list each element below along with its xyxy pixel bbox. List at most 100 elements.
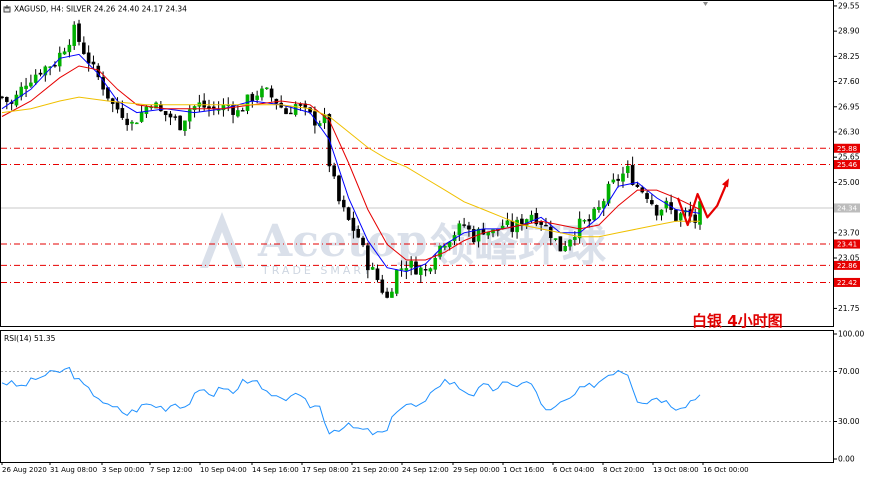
candle-body	[298, 104, 303, 106]
price-tag-label: 25.88	[837, 145, 857, 153]
candle-body	[433, 258, 438, 270]
price-tick-label: 23.70	[838, 228, 860, 237]
date-tick-label: 10 Sep 04:00	[200, 466, 247, 474]
candle-body	[72, 24, 77, 46]
watermark-sub: TRADE SMART	[261, 264, 373, 277]
price-tag-label: 24.34	[837, 204, 858, 212]
candle-body	[163, 111, 168, 116]
candle-body	[125, 118, 129, 126]
candle-body	[399, 268, 404, 270]
candle-body	[370, 267, 375, 270]
candle-body	[332, 165, 336, 177]
candle-body	[168, 113, 173, 118]
price-tick-label: 26.95	[838, 102, 860, 111]
candle-body	[548, 226, 553, 238]
candle-body	[91, 61, 96, 65]
candle-body	[255, 95, 259, 100]
chart-canvas: Acetop 领峰环球 TRADE SMART 29.5528.9028.252…	[0, 0, 864, 474]
candle-body	[650, 200, 654, 205]
candle-body	[573, 237, 577, 240]
candle-body	[33, 74, 38, 83]
price-panel-frame	[0, 0, 834, 327]
price-tick-label: 28.25	[838, 52, 860, 61]
candle-body	[678, 213, 683, 221]
candle-body	[236, 110, 240, 117]
candle-body	[351, 217, 356, 231]
symbol-header: XAGUSD, H4: SILVER 24.26 24.40 24.17 24.…	[14, 5, 187, 14]
candle-body	[404, 268, 409, 271]
candle-body	[86, 52, 91, 64]
rsi-header: RSI(14) 51.35	[4, 334, 56, 343]
candle-body	[178, 115, 182, 131]
candle-body	[394, 269, 399, 294]
candle-body	[192, 106, 197, 111]
candle-body	[582, 220, 587, 222]
date-tick-label: 26 Aug 2020	[2, 466, 47, 474]
candle-body	[611, 179, 616, 183]
price-tick-label: 26.30	[838, 127, 860, 136]
candle-body	[356, 228, 361, 238]
date-tick-label: 31 Aug 08:00	[50, 466, 97, 474]
candle-body	[144, 106, 149, 115]
candle-body	[346, 207, 351, 220]
candle-body	[659, 209, 664, 216]
candle-body	[5, 96, 9, 102]
rsi-axis: 100.00 70.00 30.00 0.00	[833, 330, 864, 464]
candle-body	[0, 96, 4, 99]
candle-body	[630, 164, 635, 185]
candle-body	[635, 184, 640, 187]
candle-body	[390, 291, 394, 298]
date-tick-label: 17 Sep 08:00	[302, 466, 349, 474]
rsi-tick-label: 30.00	[838, 417, 860, 426]
candle-body	[486, 232, 490, 236]
candle-body	[645, 193, 649, 199]
candle-body	[544, 224, 548, 227]
date-axis: 26 Aug 2020 31 Aug 08:00 3 Sep 00:00 7 Sep …	[1, 462, 749, 474]
date-tick-label: 6 Oct 04:00	[553, 466, 594, 474]
candle-body	[173, 116, 178, 118]
price-tick-label: 21.75	[838, 304, 860, 313]
candle-body	[67, 44, 72, 53]
date-tick-label: 14 Sep 16:00	[252, 466, 299, 474]
rsi-tick-label: 70.00	[838, 367, 860, 376]
rsi-tick-label: 0.00	[838, 455, 855, 464]
candle-body	[212, 106, 216, 109]
price-tick-label: 27.60	[838, 77, 860, 86]
candle-body	[120, 107, 125, 118]
candle-body	[423, 269, 428, 271]
date-tick-label: 21 Sep 20:00	[352, 466, 399, 474]
candle-body	[187, 109, 192, 122]
price-tag-label: 25.46	[837, 161, 858, 169]
candle-body	[38, 72, 43, 75]
candle-body	[62, 51, 67, 55]
candle-body	[134, 122, 139, 125]
price-tick-label: 28.90	[838, 27, 860, 36]
candle-body	[467, 225, 471, 230]
candle-body	[529, 214, 534, 222]
candle-body	[625, 166, 630, 174]
price-tag-label: 22.42	[837, 279, 857, 287]
candle-body	[621, 173, 625, 182]
candle-body	[269, 88, 274, 98]
candle-body	[654, 205, 659, 216]
rsi-panel-frame	[0, 330, 834, 463]
candle-body	[568, 239, 572, 247]
candle-body	[443, 246, 447, 248]
candle-body	[553, 238, 558, 240]
price-tag-label: 22.86	[837, 262, 858, 270]
candle-body	[337, 175, 341, 202]
date-tick-label: 7 Sep 12:00	[150, 466, 192, 474]
candle-body	[361, 237, 365, 246]
candle-body	[674, 209, 678, 221]
candle-body	[289, 112, 293, 115]
candle-body	[77, 23, 81, 42]
candle-body	[130, 121, 134, 124]
candle-body	[366, 245, 370, 271]
candle-body	[462, 224, 466, 226]
date-tick-label: 3 Sep 00:00	[102, 466, 144, 474]
candle-body	[260, 88, 264, 98]
chart-window: Acetop 领峰环球 TRADE SMART 29.55 28.90 28.25 2…	[0, 0, 870, 477]
date-tick-label: 1 Oct 16:00	[503, 466, 544, 474]
price-tag-label: 23.41	[837, 241, 857, 249]
candle-body	[24, 85, 28, 89]
